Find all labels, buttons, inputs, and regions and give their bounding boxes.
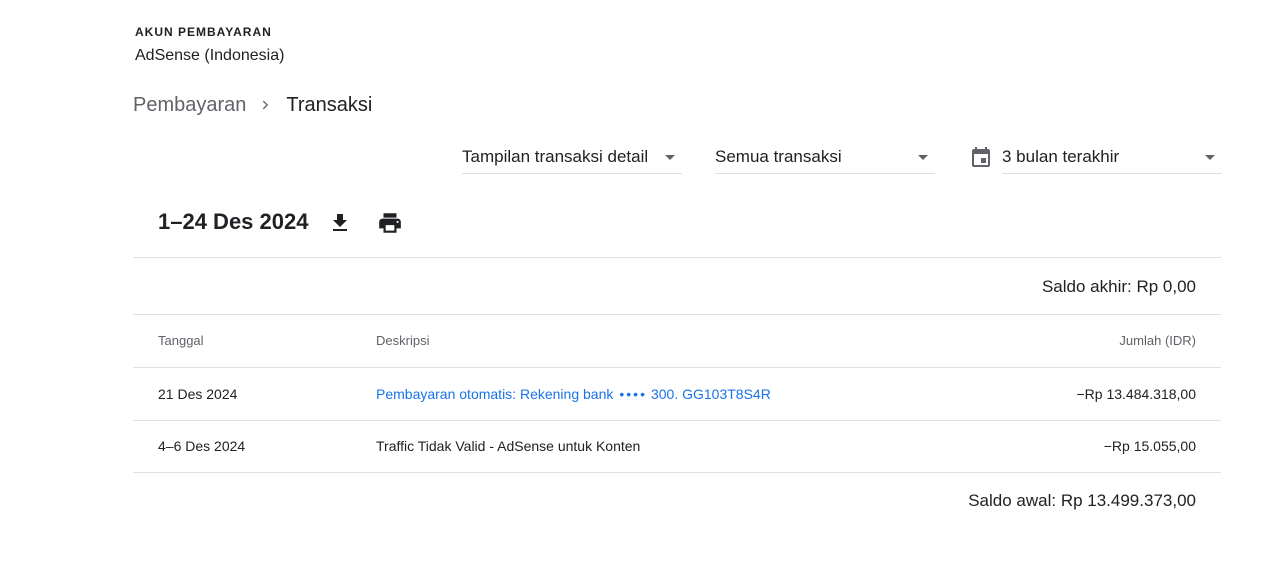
dropdown-caret-icon [1198, 145, 1222, 169]
table-row-amount: −Rp 15.055,00 [1103, 438, 1196, 454]
breadcrumb-payments-link[interactable]: Pembayaran [133, 94, 246, 117]
account-label: AKUN PEMBAYARAN [135, 25, 272, 39]
account-reference-link[interactable]: 300. GG103T8S4R [651, 386, 771, 402]
table-row-amount: −Rp 13.484.318,00 [1076, 386, 1197, 402]
table-row-date: 21 Des 2024 [158, 386, 238, 402]
breadcrumb-current: Transaksi [286, 93, 373, 116]
column-header-date: Tanggal [158, 333, 204, 348]
view-select-value: Tampilan transaksi detail [462, 146, 649, 166]
column-header-amount: Jumlah (IDR) [1119, 333, 1196, 348]
table-row-date: 4–6 Des 2024 [158, 438, 246, 454]
transaction-type-select[interactable]: Semua transaksi [715, 140, 935, 174]
breadcrumb: Pembayaran Transaksi [133, 92, 372, 118]
period-title: 1–24 Des 2024 [158, 209, 309, 234]
masked-account-dots: •••• [619, 386, 647, 402]
chevron-right-icon [246, 92, 286, 118]
transaction-type-value: Semua transaksi [715, 146, 842, 166]
payment-link[interactable]: Pembayaran otomatis: Rekening bank [376, 386, 613, 402]
view-select[interactable]: Tampilan transaksi detail [462, 140, 682, 174]
divider [133, 367, 1221, 368]
divider [133, 420, 1221, 421]
closing-balance: Saldo akhir: Rp 0,00 [1041, 277, 1196, 296]
divider [133, 257, 1221, 258]
column-header-description: Deskripsi [376, 333, 430, 348]
table-row-description: Traffic Tidak Valid - AdSense untuk Kont… [376, 438, 641, 454]
dropdown-caret-icon [658, 145, 682, 169]
table-row-description[interactable]: Pembayaran otomatis: Rekening bank •••• 30… [376, 386, 771, 402]
account-name: AdSense (Indonesia) [135, 47, 285, 64]
divider [133, 472, 1221, 473]
calendar-icon[interactable] [969, 146, 993, 170]
transactions-page: AKUN PEMBAYARAN AdSense (Indonesia) Pemb… [0, 0, 1280, 569]
dropdown-caret-icon [911, 145, 935, 169]
date-range-select[interactable]: 3 bulan terakhir [1002, 140, 1222, 174]
date-range-value: 3 bulan terakhir [1002, 146, 1120, 166]
download-icon[interactable] [327, 210, 353, 236]
print-icon[interactable] [377, 210, 403, 236]
opening-balance: Saldo awal: Rp 13.499.373,00 [968, 491, 1196, 510]
divider [133, 314, 1221, 315]
